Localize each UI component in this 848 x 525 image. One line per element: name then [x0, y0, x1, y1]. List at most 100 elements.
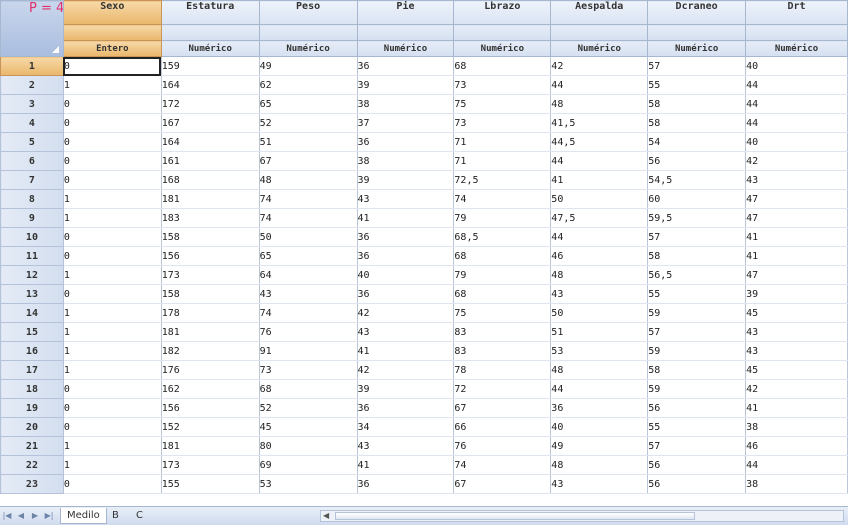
- grid-cell[interactable]: 43: [745, 341, 848, 361]
- grid-cell[interactable]: 36: [357, 227, 455, 247]
- grid-cell[interactable]: 178: [161, 303, 260, 323]
- row-header[interactable]: 4: [0, 113, 64, 133]
- grid-cell[interactable]: 64: [259, 265, 358, 285]
- grid-cell[interactable]: 42: [357, 303, 455, 323]
- grid-cell[interactable]: 48: [550, 94, 649, 114]
- grid-cell[interactable]: 156: [161, 398, 260, 418]
- grid-cell[interactable]: 50: [550, 189, 649, 209]
- last-sheet-icon[interactable]: ▶|: [44, 510, 54, 522]
- grid-cell[interactable]: 59: [647, 379, 747, 399]
- grid-cell[interactable]: 59,5: [647, 208, 747, 228]
- grid-cell[interactable]: 73: [453, 75, 552, 95]
- grid-cell[interactable]: 0: [63, 284, 162, 304]
- grid-cell[interactable]: 0: [63, 113, 162, 133]
- grid-cell[interactable]: 53: [550, 341, 649, 361]
- grid-cell[interactable]: 41: [550, 170, 649, 190]
- grid-cell[interactable]: 1: [63, 455, 162, 475]
- grid-cell[interactable]: 73: [259, 360, 358, 380]
- grid-cell[interactable]: 66: [453, 417, 552, 437]
- grid-cell[interactable]: 39: [357, 75, 455, 95]
- row-header[interactable]: 1: [0, 56, 64, 76]
- grid-cell[interactable]: 67: [259, 151, 358, 171]
- grid-cell[interactable]: 0: [63, 132, 162, 152]
- row-header[interactable]: 20: [0, 417, 64, 437]
- grid-cell[interactable]: 173: [161, 455, 260, 475]
- grid-cell[interactable]: 54: [647, 132, 747, 152]
- grid-cell[interactable]: 55: [647, 417, 747, 437]
- grid-cell[interactable]: 1: [63, 303, 162, 323]
- grid-cell[interactable]: 43: [357, 436, 455, 456]
- grid-cell[interactable]: 76: [259, 322, 358, 342]
- grid-cell[interactable]: 42: [745, 379, 848, 399]
- grid-cell[interactable]: 75: [453, 94, 552, 114]
- grid-cell[interactable]: 73: [453, 113, 552, 133]
- grid-cell[interactable]: 156: [161, 246, 260, 266]
- grid-cell[interactable]: 1: [63, 436, 162, 456]
- grid-cell[interactable]: 44,5: [550, 132, 649, 152]
- grid-cell[interactable]: 60: [647, 189, 747, 209]
- grid-cell[interactable]: 56: [647, 474, 747, 494]
- grid-cell[interactable]: 39: [357, 170, 455, 190]
- column-header-drt[interactable]: Drt: [745, 0, 848, 25]
- grid-cell[interactable]: 39: [745, 284, 848, 304]
- grid-cell[interactable]: 44: [745, 75, 848, 95]
- grid-cell[interactable]: 43: [259, 284, 358, 304]
- row-header[interactable]: 13: [0, 284, 64, 304]
- grid-cell[interactable]: 46: [550, 246, 649, 266]
- tab-b[interactable]: B: [106, 508, 125, 523]
- grid-cell[interactable]: 58: [647, 360, 747, 380]
- grid-cell[interactable]: 0: [63, 151, 162, 171]
- next-sheet-icon[interactable]: ▶: [30, 510, 40, 522]
- grid-cell[interactable]: 155: [161, 474, 260, 494]
- row-header[interactable]: 8: [0, 189, 64, 209]
- grid-cell[interactable]: 51: [550, 322, 649, 342]
- grid-cell[interactable]: 152: [161, 417, 260, 437]
- grid-cell[interactable]: 36: [357, 132, 455, 152]
- row-header[interactable]: 22: [0, 455, 64, 475]
- grid-cell[interactable]: 65: [259, 94, 358, 114]
- grid-cell[interactable]: 182: [161, 341, 260, 361]
- column-header-dcraneo[interactable]: Dcraneo: [647, 0, 747, 25]
- grid-cell[interactable]: 36: [357, 56, 455, 76]
- grid-cell[interactable]: 158: [161, 227, 260, 247]
- grid-cell[interactable]: 74: [259, 189, 358, 209]
- grid-cell[interactable]: 173: [161, 265, 260, 285]
- column-header-estatura[interactable]: Estatura: [160, 0, 260, 25]
- row-header[interactable]: 23: [0, 474, 64, 494]
- grid-cell[interactable]: 47,5: [550, 208, 649, 228]
- row-header[interactable]: 2: [0, 75, 64, 95]
- grid-cell[interactable]: 74: [259, 303, 358, 323]
- select-all-corner[interactable]: P = 4: [0, 0, 64, 57]
- grid-cell[interactable]: 1: [63, 341, 162, 361]
- grid-cell[interactable]: 45: [745, 303, 848, 323]
- grid-cell[interactable]: 74: [453, 455, 552, 475]
- grid-cell[interactable]: 69: [259, 455, 358, 475]
- grid-cell[interactable]: 40: [550, 417, 649, 437]
- grid-cell[interactable]: 80: [259, 436, 358, 456]
- column-header-pie[interactable]: Pie: [356, 0, 455, 25]
- tab-medilo[interactable]: Medilo: [60, 508, 107, 524]
- grid-cell[interactable]: 55: [647, 75, 747, 95]
- grid-cell[interactable]: 76: [453, 436, 552, 456]
- grid-cell[interactable]: 0: [63, 170, 162, 190]
- grid-cell[interactable]: 36: [357, 398, 455, 418]
- grid-cell[interactable]: 43: [550, 474, 649, 494]
- grid-cell[interactable]: 59: [647, 341, 747, 361]
- grid-cell[interactable]: 50: [259, 227, 358, 247]
- grid-cell[interactable]: 47: [745, 265, 848, 285]
- grid-cell[interactable]: 158: [161, 284, 260, 304]
- grid-cell[interactable]: 36: [357, 474, 455, 494]
- row-header[interactable]: 7: [0, 170, 64, 190]
- grid-cell[interactable]: 68: [453, 246, 552, 266]
- grid-cell[interactable]: 58: [647, 246, 747, 266]
- grid-cell[interactable]: 71: [453, 132, 552, 152]
- grid-cell[interactable]: 44: [550, 379, 649, 399]
- grid-cell[interactable]: 55: [647, 284, 747, 304]
- grid-cell[interactable]: 36: [550, 398, 649, 418]
- row-header[interactable]: 16: [0, 341, 64, 361]
- grid-cell[interactable]: 0: [63, 246, 162, 266]
- grid-cell[interactable]: 75: [453, 303, 552, 323]
- grid-cell[interactable]: 44: [550, 75, 649, 95]
- grid-cell[interactable]: 43: [745, 170, 848, 190]
- row-header[interactable]: 6: [0, 151, 64, 171]
